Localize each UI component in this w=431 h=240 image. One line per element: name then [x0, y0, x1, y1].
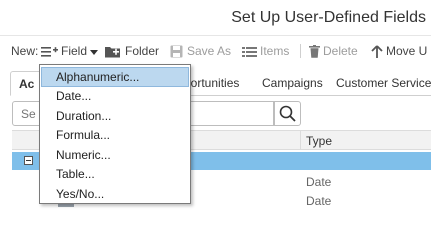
menu-item-alphanumeric[interactable]: Alphanumeric... — [41, 67, 189, 87]
menu-item-date[interactable]: Date... — [41, 86, 189, 106]
save-as-label: Save As — [187, 44, 232, 58]
new-folder-button[interactable]: Folder — [105, 44, 159, 58]
toolbar-divider — [300, 44, 301, 58]
move-up-button[interactable]: Move U — [371, 44, 427, 58]
page-header: Set Up User-Defined Fields — [0, 0, 431, 36]
new-label: New: — [11, 44, 39, 58]
trash-icon — [309, 44, 320, 58]
items-icon — [242, 46, 257, 57]
menu-item-numeric[interactable]: Numeric... — [41, 145, 189, 165]
arrow-up-icon — [371, 44, 383, 58]
menu-item-yes-no[interactable]: Yes/No... — [41, 184, 189, 204]
table-cell-type: Date — [306, 194, 332, 208]
tab-customer-service[interactable]: Customer Service — [336, 71, 431, 96]
tab-campaigns[interactable]: Campaigns — [262, 71, 323, 96]
search-button[interactable] — [274, 101, 301, 126]
collapse-icon[interactable] — [24, 156, 33, 165]
delete-button[interactable]: Delete — [309, 44, 358, 58]
search-icon — [279, 105, 296, 122]
items-label: Items — [260, 44, 290, 58]
field-type-menu: Alphanumeric... Date... Duration... Form… — [39, 64, 191, 204]
field-label: Field — [61, 44, 88, 58]
table-cell-type: Date — [306, 175, 332, 189]
new-field-icon — [41, 47, 58, 57]
column-header-type[interactable]: Type — [306, 134, 332, 148]
save-as-button[interactable]: Save As — [170, 44, 231, 58]
items-button[interactable]: Items — [242, 44, 289, 58]
menu-item-table[interactable]: Table... — [41, 164, 189, 184]
save-icon — [170, 45, 183, 57]
page-title: Set Up User-Defined Fields — [231, 9, 426, 26]
new-folder-icon — [105, 46, 120, 57]
tab-opportunities[interactable]: portunities — [184, 71, 239, 96]
delete-label: Delete — [323, 44, 358, 58]
folder-label: Folder — [125, 44, 160, 58]
move-up-label: Move U — [386, 44, 428, 58]
menu-item-formula[interactable]: Formula... — [41, 125, 189, 145]
dropdown-arrow-icon — [90, 50, 99, 55]
toolbar: New: Field Folder Save As Items Delete M… — [0, 38, 431, 64]
column-separator — [300, 131, 301, 150]
menu-item-duration[interactable]: Duration... — [41, 106, 189, 126]
new-field-button[interactable]: Field — [41, 44, 99, 58]
